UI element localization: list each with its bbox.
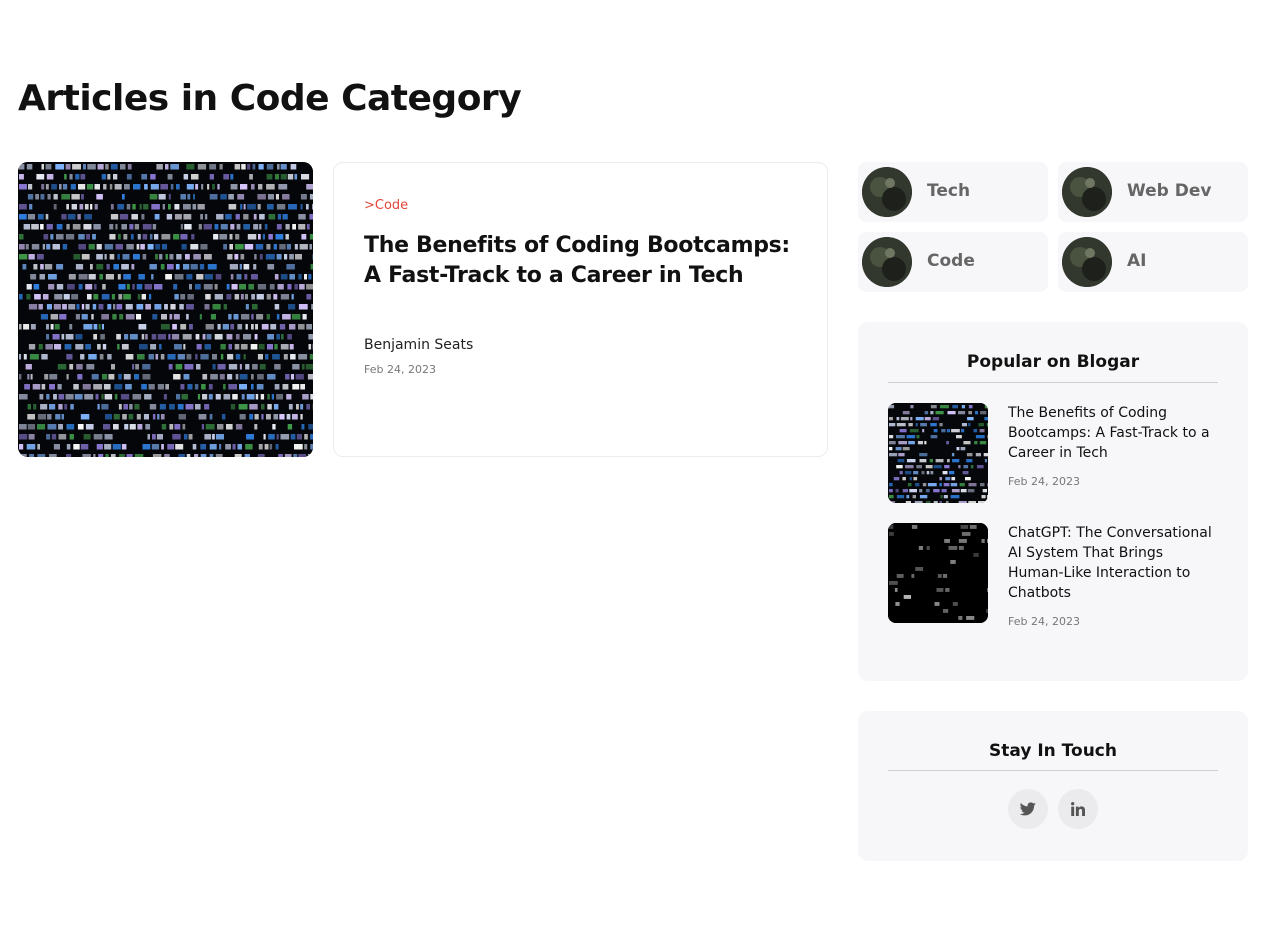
article-card: >Code The Benefits of Coding Bootcamps: … [333, 162, 828, 457]
category-label: Web Dev [1127, 181, 1212, 201]
category-tile-tech[interactable]: Tech [858, 162, 1048, 222]
article-title[interactable]: The Benefits of Coding Bootcamps: A Fast… [364, 231, 804, 291]
popular-item-date: Feb 24, 2023 [1008, 475, 1080, 488]
category-avatar [862, 167, 912, 217]
divider [888, 770, 1218, 771]
stay-in-touch-heading: Stay In Touch [989, 741, 1117, 761]
popular-item[interactable]: ChatGPT: The Conversational AI System Th… [888, 523, 1220, 628]
popular-item-title[interactable]: ChatGPT: The Conversational AI System Th… [1008, 523, 1220, 603]
popular-item-thumbnail [888, 523, 988, 623]
popular-item-thumbnail [888, 403, 988, 503]
category-label: AI [1127, 251, 1147, 271]
category-label: Code [927, 251, 975, 271]
twitter-icon [1020, 802, 1036, 816]
article-date: Feb 24, 2023 [364, 363, 436, 376]
code-screen-image [18, 162, 313, 457]
popular-panel: Popular on Blogar The Benefits of Coding… [858, 322, 1248, 681]
popular-item-date: Feb 24, 2023 [1008, 615, 1080, 628]
category-avatar [1062, 167, 1112, 217]
popular-item[interactable]: The Benefits of Coding Bootcamps: A Fast… [888, 403, 1218, 503]
stay-in-touch-panel: Stay In Touch [858, 711, 1248, 861]
linkedin-button[interactable] [1058, 789, 1098, 829]
category-tile-web-dev[interactable]: Web Dev [1058, 162, 1248, 222]
popular-item-title[interactable]: The Benefits of Coding Bootcamps: A Fast… [1008, 403, 1220, 463]
page-title: Articles in Code Category [18, 78, 522, 119]
twitter-button[interactable] [1008, 789, 1048, 829]
category-label: Tech [927, 181, 971, 201]
linkedin-icon [1071, 802, 1085, 816]
divider [888, 382, 1218, 383]
article-author: Benjamin Seats [364, 337, 474, 353]
category-avatar [862, 237, 912, 287]
category-avatar [1062, 237, 1112, 287]
category-tile-ai[interactable]: AI [1058, 232, 1248, 292]
article-thumbnail[interactable] [18, 162, 313, 457]
article-category-link[interactable]: >Code [364, 198, 408, 213]
popular-heading: Popular on Blogar [966, 352, 1140, 372]
category-tile-code[interactable]: Code [858, 232, 1048, 292]
